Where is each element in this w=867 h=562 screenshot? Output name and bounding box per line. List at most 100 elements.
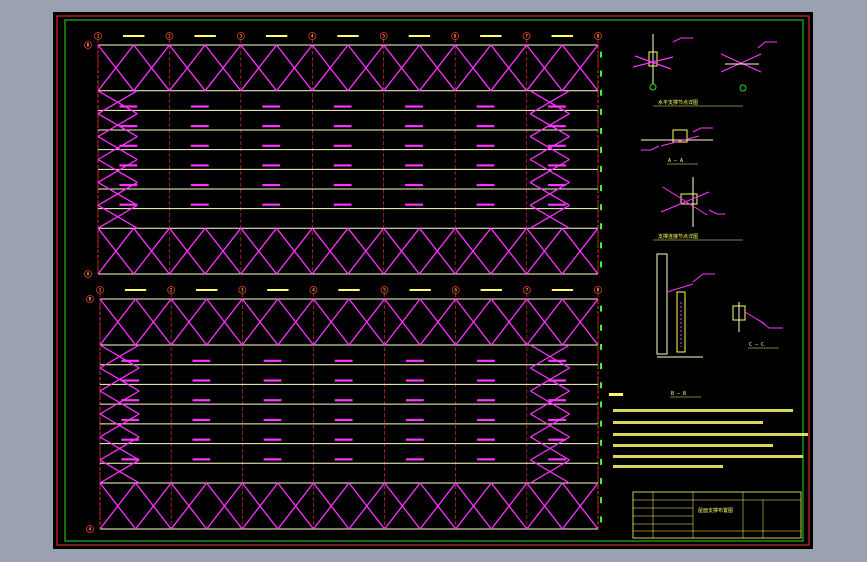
top-member-tag xyxy=(190,105,209,108)
bottom-member-tag xyxy=(405,438,424,441)
section-cc-label: C — C xyxy=(749,342,764,348)
top-member-tag xyxy=(262,144,281,147)
bottom-dimension-text xyxy=(551,289,574,291)
bottom-member-tag xyxy=(263,399,282,402)
bottom-axis-label: 2 xyxy=(170,288,173,294)
bottom-member-tag xyxy=(334,458,353,461)
top-dimension-tick xyxy=(600,204,602,211)
top-member-tag xyxy=(333,105,352,108)
bottom-dimension-tick xyxy=(600,382,602,389)
bottom-member-tag xyxy=(334,418,353,422)
bottom-member-tag xyxy=(121,379,140,382)
bottom-member-tag xyxy=(477,379,495,382)
top-member-tag xyxy=(119,125,138,128)
top-dimension-text xyxy=(194,35,216,37)
bottom-member-tag xyxy=(192,359,211,362)
top-outline xyxy=(97,44,599,275)
top-member-tag xyxy=(262,203,281,206)
top-member-tag xyxy=(476,183,495,187)
bottom-member-tag xyxy=(192,438,211,441)
bottom-dimension-tick xyxy=(600,478,602,485)
top-axis-label: 6 xyxy=(454,34,457,40)
cad-drawing-sheet: 12345678BA 12345678BA 水平支撑节点详图 A — A 支撑连… xyxy=(53,12,813,549)
bottom-dimension-text xyxy=(338,289,360,291)
bottom-axis-label: 4 xyxy=(312,288,315,294)
top-member-tag xyxy=(476,125,495,128)
bottom-row-label: B xyxy=(89,297,92,303)
top-dimension-tick xyxy=(600,127,602,134)
top-dimension-tick xyxy=(600,185,602,192)
bottom-member-tag xyxy=(121,359,140,362)
cad-canvas: 1 2 3 4 5 6 7 8 B A 1 2 3 4 5 6 7 8 B A 水平支撑节点详图 xyxy=(56,15,810,546)
node-detail-1 xyxy=(632,34,693,91)
bottom-dimension-tick xyxy=(600,401,602,408)
bottom-dimension-text xyxy=(124,289,147,291)
top-member-tag xyxy=(405,105,423,108)
top-axis-label: 1 xyxy=(97,34,100,40)
bottom-member-tag xyxy=(477,458,495,461)
bottom-member-tag xyxy=(263,379,282,382)
top-member-tag xyxy=(405,164,423,167)
top-dimension-text xyxy=(265,35,288,37)
bottom-axis-label: 7 xyxy=(525,288,528,294)
top-dimension-tick xyxy=(600,223,602,230)
top-dimension-text xyxy=(123,35,145,37)
bottom-axis-label: 5 xyxy=(383,288,386,294)
top-member-tag xyxy=(476,164,495,167)
bottom-dimension-tick xyxy=(600,420,602,427)
bottom-member-tag xyxy=(263,438,282,441)
bottom-member-tag xyxy=(477,438,495,441)
top-member-tag xyxy=(262,183,281,187)
bottom-dimension-tick xyxy=(600,439,602,446)
bolted-connection-detail xyxy=(660,177,725,227)
bottom-axis-label: 8 xyxy=(597,288,600,294)
bottom-member-tag xyxy=(192,458,211,461)
bottom-member-tag xyxy=(334,379,353,382)
bottom-dimension-tick xyxy=(600,324,602,331)
top-member-tag xyxy=(405,203,423,206)
top-dimension-text xyxy=(337,35,359,37)
bottom-axis-label: 6 xyxy=(454,288,457,294)
top-member-tag xyxy=(405,144,423,147)
section-cc-detail: C — C xyxy=(732,302,783,349)
bottom-member-tag xyxy=(548,458,566,461)
bottom-member-tag xyxy=(405,399,424,402)
bottom-dimension-text xyxy=(480,289,502,291)
bottom-member-tag xyxy=(405,359,424,362)
bottom-dimension-tick xyxy=(600,363,602,370)
bottom-outline xyxy=(99,298,599,530)
top-member-tag xyxy=(548,144,566,147)
title-block: 屋面支撑布置图 xyxy=(632,491,802,539)
bottom-member-tag xyxy=(405,418,424,422)
detail-drawings: 水平支撑节点详图 A — A 支撑连接节点详图 B — B C — C xyxy=(609,34,808,468)
bottom-member-tag xyxy=(405,458,424,461)
top-dimension-text xyxy=(480,35,502,37)
bottom-dimension-text xyxy=(409,289,431,291)
bottom-dimension-tick xyxy=(600,516,602,523)
top-member-tag xyxy=(476,144,495,147)
top-dimension-text xyxy=(551,35,573,37)
bottom-member-tag xyxy=(334,438,353,441)
top-row-label: A xyxy=(87,272,90,278)
top-member-tag xyxy=(190,144,209,147)
plan-bottom-roof-bracing: 1 2 3 4 5 6 7 8 B A xyxy=(86,286,602,533)
top-member-tag xyxy=(476,105,495,108)
bottom-dimension-tick xyxy=(600,343,602,350)
top-axis-label: 7 xyxy=(525,34,528,40)
bottom-member-tag xyxy=(192,399,211,402)
top-member-tag xyxy=(333,125,352,128)
top-member-tag xyxy=(190,203,209,206)
svg-text:支撑连接节点详图: 支撑连接节点详图 xyxy=(658,233,698,240)
top-row-label: B xyxy=(87,43,90,49)
top-axis-label: 4 xyxy=(311,34,314,40)
bottom-member-tag xyxy=(548,399,566,402)
top-dimension-tick xyxy=(600,70,602,77)
bottom-dimension-tick xyxy=(600,458,602,465)
section-aa-detail: A — A xyxy=(641,127,713,165)
top-dimension-tick xyxy=(600,51,602,58)
general-notes xyxy=(609,393,808,468)
section-bb-detail: B — B xyxy=(656,253,715,398)
bottom-dimension-tick xyxy=(600,497,602,504)
bottom-member-tag xyxy=(263,418,282,422)
top-dimension-tick xyxy=(600,166,602,173)
